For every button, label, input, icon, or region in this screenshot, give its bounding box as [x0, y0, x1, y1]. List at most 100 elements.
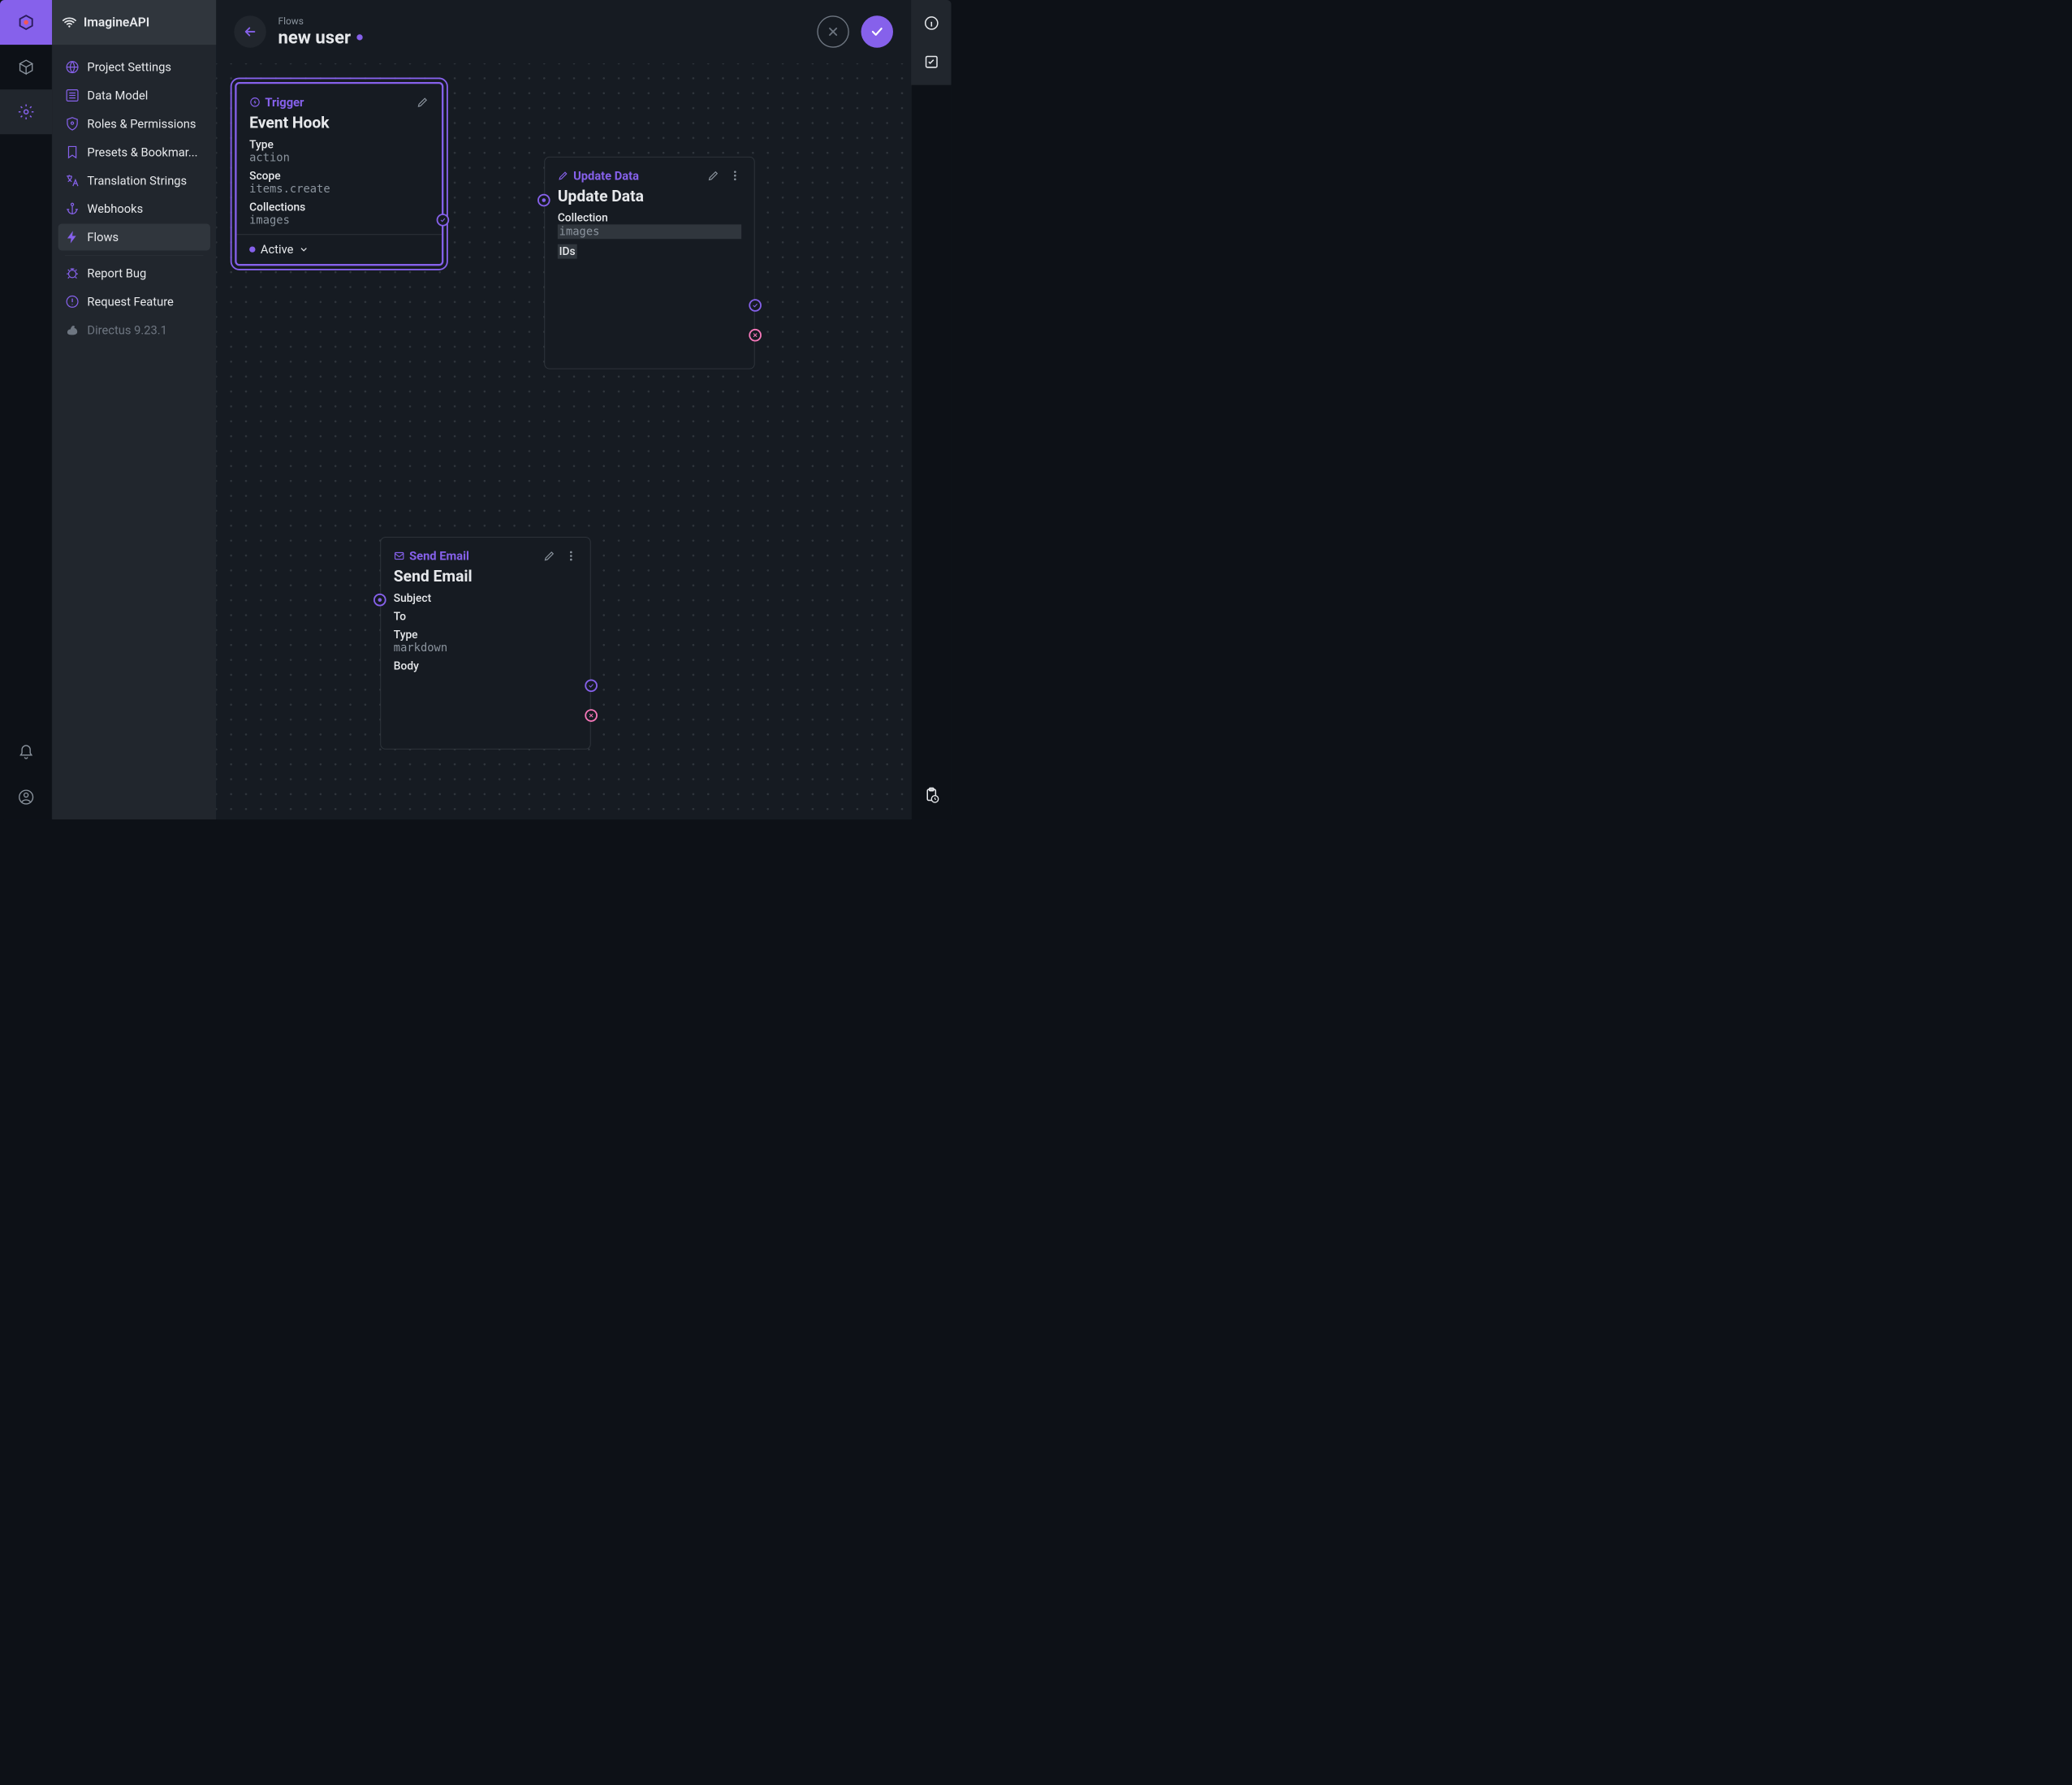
- sidebar-item-flows[interactable]: Flows: [58, 223, 210, 250]
- topbar: Flows new user: [216, 0, 911, 63]
- field-label: Scope: [249, 169, 429, 182]
- gear-icon: [18, 104, 34, 120]
- mail-icon: [394, 551, 405, 562]
- email-success-port[interactable]: [585, 679, 598, 692]
- logo-button[interactable]: [0, 0, 52, 45]
- translate-icon: [65, 173, 80, 188]
- node-type-label: Send Email: [409, 549, 469, 563]
- cancel-button[interactable]: [817, 15, 848, 47]
- node-type-label: Trigger: [265, 95, 304, 109]
- sidebar-item-webhooks[interactable]: Webhooks: [58, 196, 210, 223]
- bell-icon: [18, 744, 34, 760]
- edit-icon[interactable]: [417, 96, 430, 109]
- sidebar-label: Request Feature: [87, 295, 173, 309]
- right-rail: [911, 0, 952, 819]
- sidebar-item-report-bug[interactable]: Report Bug: [58, 260, 210, 287]
- chevron-down-icon: [299, 244, 309, 255]
- trigger-node[interactable]: Trigger Event Hook Type action Scope ite…: [235, 82, 443, 266]
- alert-gear-icon: [65, 294, 80, 309]
- unsaved-dot-icon: [356, 34, 362, 40]
- field-label: To: [394, 610, 577, 623]
- field-value: images: [558, 224, 741, 239]
- check-small-icon: [588, 682, 594, 689]
- edit-icon[interactable]: [707, 169, 720, 182]
- flow-canvas[interactable]: Trigger Event Hook Type action Scope ite…: [216, 63, 911, 819]
- field-label: Type: [394, 629, 577, 642]
- bug-icon: [65, 266, 80, 280]
- bolt-icon: [65, 230, 80, 244]
- sidebar-item-data-model[interactable]: Data Model: [58, 82, 210, 109]
- edit-icon[interactable]: [543, 550, 556, 563]
- sidebar-label: Presets & Bookmar...: [87, 145, 197, 159]
- field-value: images: [249, 214, 429, 227]
- sidebar-label: Roles & Permissions: [87, 117, 196, 131]
- trigger-icon: [249, 97, 261, 108]
- sidebar-item-translations[interactable]: Translation Strings: [58, 167, 210, 194]
- sidebar-item-roles[interactable]: Roles & Permissions: [58, 110, 210, 137]
- list-box-icon: [65, 88, 80, 102]
- check-small-icon: [752, 302, 758, 309]
- status-dot-icon: [249, 246, 255, 252]
- sidebar-label: Webhooks: [87, 201, 143, 215]
- hexagon-icon: [18, 14, 34, 30]
- node-title: Send Email: [394, 568, 577, 586]
- update-data-node[interactable]: Update Data Update Data Collection image…: [544, 157, 754, 370]
- x-small-icon: [752, 332, 758, 339]
- status-label: Active: [261, 242, 293, 256]
- confirm-button[interactable]: [861, 15, 893, 47]
- trigger-success-port[interactable]: [437, 214, 450, 227]
- field-value: markdown: [394, 642, 577, 655]
- field-label: Body: [394, 659, 577, 672]
- close-icon: [827, 25, 840, 39]
- checklist-icon[interactable]: [923, 54, 939, 70]
- user-circle-icon: [18, 789, 34, 805]
- clipboard-history-icon[interactable]: [923, 787, 939, 803]
- info-icon[interactable]: [923, 15, 939, 31]
- email-input-port[interactable]: [373, 594, 386, 607]
- sidebar-label: Flows: [87, 230, 119, 244]
- field-label: Type: [249, 138, 429, 151]
- field-label: Subject: [394, 592, 577, 605]
- check-small-icon: [439, 217, 446, 223]
- rail-item-settings[interactable]: [0, 89, 52, 134]
- bookmark-icon: [65, 145, 80, 159]
- node-title: Event Hook: [249, 114, 429, 132]
- sidebar-item-version: Directus 9.23.1: [58, 317, 210, 344]
- sidebar-label: Translation Strings: [87, 173, 187, 187]
- sidebar-label: Data Model: [87, 89, 148, 102]
- page-title: new user: [278, 27, 351, 48]
- x-small-icon: [588, 712, 594, 719]
- wifi-icon: [62, 15, 76, 29]
- sidebar-item-project-settings[interactable]: Project Settings: [58, 54, 210, 80]
- send-email-node[interactable]: Send Email Send Email Subject To Type ma…: [380, 537, 590, 750]
- update-fail-port[interactable]: [749, 329, 762, 342]
- update-input-port[interactable]: [537, 194, 550, 207]
- sidebar-item-presets[interactable]: Presets & Bookmar...: [58, 139, 210, 166]
- email-fail-port[interactable]: [585, 709, 598, 722]
- more-vert-icon[interactable]: [565, 550, 578, 563]
- more-vert-icon[interactable]: [729, 169, 742, 182]
- rail-item-notifications[interactable]: [0, 730, 52, 775]
- settings-sidebar: ImagineAPI Project Settings Data Model R…: [52, 0, 216, 819]
- port-dot-icon: [542, 198, 546, 202]
- sidebar-item-request-feature[interactable]: Request Feature: [58, 288, 210, 315]
- breadcrumb[interactable]: Flows: [278, 15, 805, 27]
- rail-item-dashboard[interactable]: [0, 45, 52, 89]
- cube-icon: [18, 59, 34, 76]
- sidebar-label: Directus 9.23.1: [87, 323, 166, 337]
- anchor-icon: [65, 201, 80, 216]
- sidebar-label: Report Bug: [87, 266, 146, 280]
- globe-icon: [65, 59, 80, 74]
- project-name: ImagineAPI: [84, 15, 149, 29]
- field-label: Collection: [558, 211, 741, 224]
- back-button[interactable]: [234, 15, 265, 47]
- node-title: Update Data: [558, 187, 741, 205]
- update-success-port[interactable]: [749, 299, 762, 312]
- field-label: Collections: [249, 201, 429, 214]
- project-header[interactable]: ImagineAPI: [52, 0, 216, 45]
- trigger-status-toggle[interactable]: Active: [237, 234, 442, 264]
- rail-item-account[interactable]: [0, 775, 52, 819]
- rabbit-icon: [65, 322, 80, 337]
- field-label: IDs: [558, 244, 577, 259]
- check-icon: [870, 24, 884, 39]
